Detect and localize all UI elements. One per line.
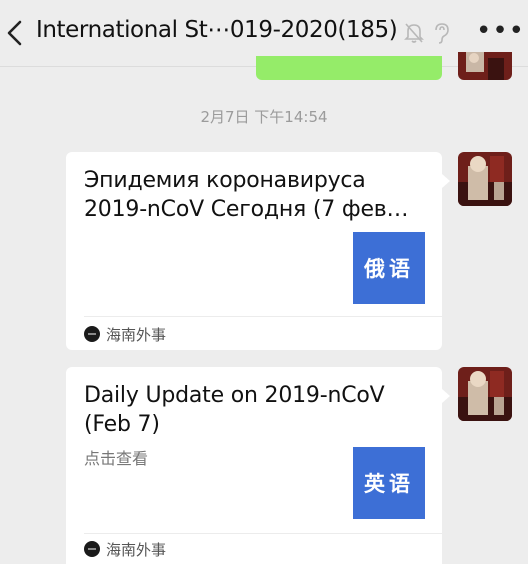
article-title-line-2: (Feb 7) xyxy=(84,412,160,437)
article-title-line-1: Daily Update on 2019-nCoV xyxy=(84,383,385,408)
chat-title: International St⋯019-2020(185) xyxy=(36,17,398,43)
avatar[interactable] xyxy=(458,367,512,421)
card-divider xyxy=(84,533,442,534)
source-name: 海南外事 xyxy=(106,540,167,559)
article-description: 点击查看 xyxy=(84,449,149,468)
article-source: 海南外事 xyxy=(84,539,166,559)
bubble-tail xyxy=(442,389,450,403)
card-divider xyxy=(84,316,442,317)
bubble-tail xyxy=(442,174,450,188)
source-logo-icon xyxy=(84,326,100,342)
article-card-english[interactable]: Daily Update on 2019-nCoV (Feb 7) 点击查看 英… xyxy=(66,367,450,564)
source-name: 海南外事 xyxy=(106,325,167,344)
back-icon[interactable] xyxy=(4,18,28,48)
article-title: Эпидемия коронавируса 2019-nCoV Сегодня … xyxy=(84,166,426,224)
article-thumbnail: 英语 xyxy=(353,447,425,519)
more-icon[interactable]: ••• xyxy=(476,18,525,44)
avatar[interactable] xyxy=(458,52,512,80)
article-title: Daily Update on 2019-nCoV (Feb 7) xyxy=(84,381,426,439)
article-thumbnail: 俄语 xyxy=(353,232,425,304)
mute-icon xyxy=(404,23,424,43)
ear-icon xyxy=(435,23,449,44)
article-source: 海南外事 xyxy=(84,324,166,344)
article-card-russian[interactable]: Эпидемия коронавируса 2019-nCoV Сегодня … xyxy=(66,152,450,350)
source-logo-icon xyxy=(84,541,100,557)
previous-sent-bubble[interactable] xyxy=(256,56,442,80)
message-timestamp: 2月7日 下午14:54 xyxy=(200,108,328,126)
article-title-line-2: 2019-nCoV Сегодня (7 фев… xyxy=(84,197,409,222)
avatar[interactable] xyxy=(458,152,512,206)
article-title-line-1: Эпидемия коронавируса xyxy=(84,168,366,193)
